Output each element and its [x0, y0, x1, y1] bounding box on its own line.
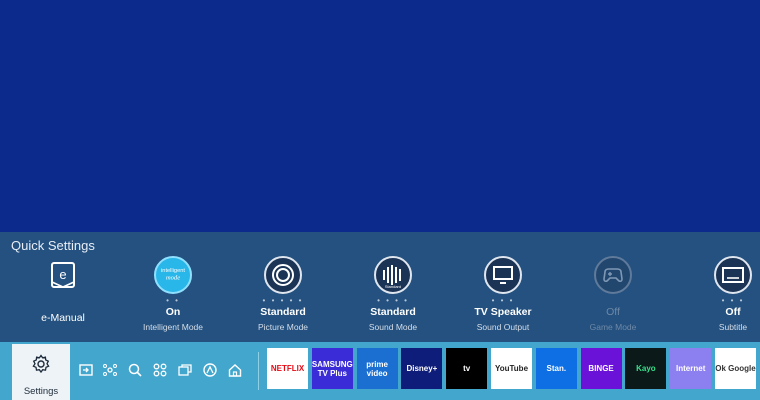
qs-intelligent-mode[interactable]: intelligent mode • • On Intelligent Mode: [118, 254, 228, 340]
app-tile[interactable]: YouTube: [491, 348, 532, 389]
qs-label: Sound Mode: [368, 322, 418, 332]
gamepad-icon: [594, 256, 632, 294]
svg-text:mode: mode: [166, 275, 180, 282]
settings-label: Settings: [23, 386, 59, 397]
app-tile[interactable]: Internet: [670, 348, 712, 389]
smart-hub-bar: Settings NETFLIX SAMSUNG TV Plus prime vid…: [0, 342, 760, 400]
gear-icon: [31, 354, 51, 379]
search-icon[interactable]: [126, 361, 144, 379]
qs-sound-output[interactable]: • • • TV Speaker Sound Output: [448, 254, 558, 340]
background: [0, 0, 760, 232]
source-icon[interactable]: [77, 361, 95, 379]
qs-value: On: [165, 306, 181, 318]
ambient-icon[interactable]: [201, 361, 219, 379]
app-tile[interactable]: SAMSUNG TV Plus: [311, 348, 353, 389]
svg-text:e: e: [59, 267, 66, 282]
qs-picture-mode[interactable]: • • • • • Standard Picture Mode: [228, 254, 338, 340]
app-tile[interactable]: Ok Google: [715, 348, 756, 389]
qs-label: Picture Mode: [257, 322, 309, 332]
book-icon: e: [44, 256, 82, 294]
qs-label: Intelligent Mode: [142, 322, 203, 332]
app-tile[interactable]: Kayo: [625, 348, 667, 389]
intelligent-mode-icon: intelligent mode: [154, 256, 192, 294]
app-tile[interactable]: Disney+: [401, 348, 443, 389]
qs-label: Subtitle: [718, 322, 748, 332]
tv-speaker-icon: [484, 256, 522, 294]
page-dots: • • • • •: [262, 296, 304, 305]
qs-value: Standard: [260, 306, 306, 318]
page-dots: • • • •: [377, 296, 409, 305]
app-tile[interactable]: NETFLIX: [267, 348, 308, 389]
app-tile[interactable]: BINGE: [580, 348, 622, 389]
home-icon[interactable]: [226, 361, 244, 379]
connected-devices-icon[interactable]: [101, 361, 119, 379]
qs-game-mode: Off Game Mode: [558, 254, 668, 340]
qs-label: Sound Output: [476, 322, 530, 332]
page-dots: • • •: [721, 296, 745, 305]
sound-mode-icon: Standard: [374, 256, 412, 294]
qs-e-manual[interactable]: e e-Manual: [8, 254, 118, 340]
multi-view-icon[interactable]: [176, 361, 194, 379]
divider: [258, 352, 259, 390]
qs-subtitle[interactable]: • • • Off Subtitle: [678, 254, 760, 340]
quick-settings-title: Quick Settings: [11, 238, 95, 253]
app-tile[interactable]: prime video: [356, 348, 398, 389]
qs-e-manual-label: e-Manual: [41, 312, 85, 324]
svg-text:Standard: Standard: [385, 284, 401, 289]
app-tile[interactable]: tv: [446, 348, 488, 389]
subtitle-icon: [714, 256, 752, 294]
page-dots: • •: [166, 296, 180, 305]
page-dots: • • •: [491, 296, 515, 305]
apps-icon[interactable]: [151, 361, 169, 379]
qs-label: Game Mode: [589, 322, 637, 332]
qs-value: TV Speaker: [474, 306, 532, 318]
app-tile[interactable]: Stan.: [535, 348, 577, 389]
qs-value: Standard: [370, 306, 416, 318]
settings-button[interactable]: Settings: [12, 344, 70, 400]
svg-text:intelligent: intelligent: [161, 268, 185, 274]
qs-value: Off: [606, 306, 620, 318]
quick-settings-panel: Quick Settings e e-Manual intelligent mod…: [0, 232, 760, 342]
qs-value: Off: [725, 306, 741, 318]
qs-sound-mode[interactable]: Standard • • • • Standard Sound Mode: [338, 254, 448, 340]
picture-mode-icon: [264, 256, 302, 294]
